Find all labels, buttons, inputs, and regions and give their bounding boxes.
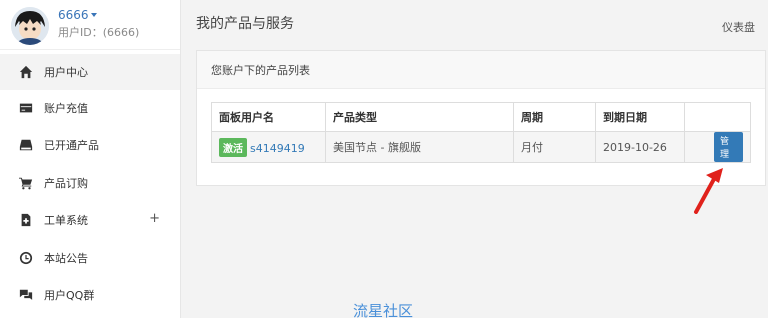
cell-cycle: 月付 xyxy=(513,131,596,163)
user-box: 6666 用户ID：(6666) xyxy=(0,0,180,50)
manage-button[interactable]: 管理 xyxy=(714,132,743,162)
products-panel: 您账户下的产品列表 面板用户名 产品类型 周期 到期日期 激活 s4149419 … xyxy=(196,50,766,186)
sidebar-item-label: 已开通产品 xyxy=(44,139,99,152)
hdd-icon xyxy=(18,138,33,153)
sidebar-item-qq-group[interactable]: 用户QQ群 xyxy=(0,277,180,313)
cart-icon xyxy=(18,176,33,191)
chat-icon xyxy=(18,288,33,303)
panel-heading: 您账户下的产品列表 xyxy=(197,51,765,89)
clock-icon xyxy=(18,251,33,266)
sidebar: 6666 用户ID：(6666) 用户中心 账户充值 已开通产品 产品订购 工单… xyxy=(0,0,181,318)
sidebar-item-label: 用户QQ群 xyxy=(44,289,95,302)
column-header-expiry: 到期日期 xyxy=(595,102,685,132)
column-header-type: 产品类型 xyxy=(325,102,514,132)
username-link[interactable]: s4149419 xyxy=(250,142,305,155)
annotation-arrow-icon xyxy=(694,168,723,214)
cell-username: 激活 s4149419 xyxy=(211,131,326,163)
sidebar-item-label: 用户中心 xyxy=(44,66,88,79)
sidebar-item-order[interactable]: 产品订购 xyxy=(0,165,180,201)
sidebar-item-label: 账户充值 xyxy=(44,102,88,115)
column-header-cycle: 周期 xyxy=(513,102,596,132)
cell-action: 管理 xyxy=(684,131,751,163)
user-id: 用户ID：(6666) xyxy=(58,26,140,39)
watermark-text: 流星社区 xyxy=(353,302,414,318)
sidebar-item-label: 产品订购 xyxy=(44,177,88,190)
sidebar-item-user-center[interactable]: 用户中心 xyxy=(0,54,180,90)
column-header-action xyxy=(684,102,751,132)
home-icon xyxy=(18,65,33,80)
products-table: 面板用户名 产品类型 周期 到期日期 激活 s4149419 美国节点 - 旗舰版… xyxy=(211,102,751,163)
cell-type: 美国节点 - 旗舰版 xyxy=(325,131,514,163)
sidebar-item-announcements[interactable]: 本站公告 xyxy=(0,240,180,276)
sidebar-item-recharge[interactable]: 账户充值 xyxy=(0,90,180,126)
sidebar-item-label: 工单系统 xyxy=(44,214,88,227)
table-header-row: 面板用户名 产品类型 周期 到期日期 xyxy=(211,102,751,132)
status-badge: 激活 xyxy=(219,137,247,157)
sidebar-item-products[interactable]: 已开通产品 xyxy=(0,127,180,163)
expand-icon[interactable]: + xyxy=(149,211,160,226)
credit-card-icon xyxy=(18,101,33,116)
username-text: 6666 xyxy=(58,8,89,22)
sidebar-item-tickets[interactable]: 工单系统 + xyxy=(0,202,180,238)
cell-expiry: 2019-10-26 xyxy=(595,131,685,163)
sidebar-item-label: 本站公告 xyxy=(44,252,88,265)
page-title: 我的产品与服务 xyxy=(196,16,294,32)
column-header-username: 面板用户名 xyxy=(211,102,326,132)
username-menu[interactable]: 6666 xyxy=(58,8,97,22)
ticket-file-icon xyxy=(18,213,33,228)
caret-down-icon xyxy=(90,13,97,17)
breadcrumb-dashboard-link[interactable]: 仪表盘 xyxy=(722,19,755,35)
table-row: 激活 s4149419 美国节点 - 旗舰版 月付 2019-10-26 管理 xyxy=(211,131,751,163)
avatar[interactable] xyxy=(11,7,49,45)
